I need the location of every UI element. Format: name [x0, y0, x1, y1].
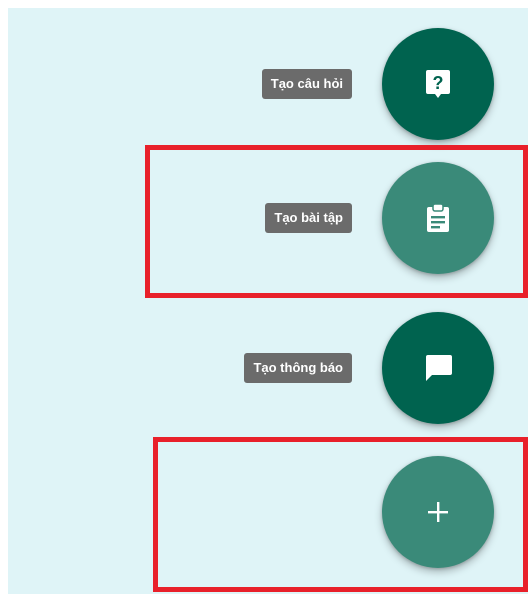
create-announcement-button[interactable]: [382, 312, 494, 424]
create-question-button[interactable]: ?: [382, 28, 494, 140]
plus-icon: [426, 500, 450, 524]
main-add-button[interactable]: [382, 456, 494, 568]
create-assignment-tooltip: Tạo bài tập: [265, 203, 352, 233]
create-assignment-button[interactable]: [382, 162, 494, 274]
assignment-icon: [425, 202, 451, 234]
question-icon: ?: [424, 68, 452, 100]
fab-item-create-announcement[interactable]: Tạo thông báo: [244, 312, 494, 424]
fab-item-create-assignment[interactable]: Tạo bài tập: [265, 162, 494, 274]
svg-text:?: ?: [433, 73, 444, 93]
fab-item-create-question[interactable]: Tạo câu hỏi ?: [261, 28, 494, 140]
create-question-tooltip: Tạo câu hỏi: [261, 69, 352, 99]
create-announcement-tooltip: Tạo thông báo: [244, 353, 352, 383]
fab-menu-area: Tạo câu hỏi ? Tạo bài tập Tạo thông báo: [8, 8, 528, 594]
announcement-icon: [423, 353, 453, 383]
